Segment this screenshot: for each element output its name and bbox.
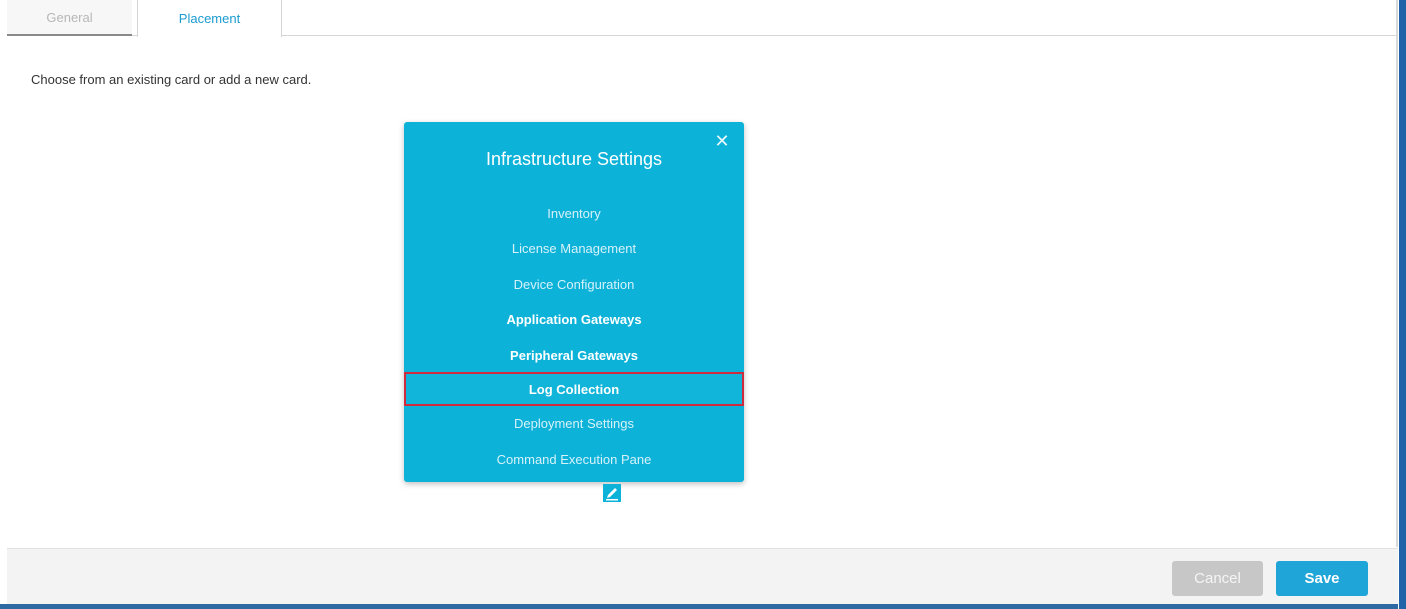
edit-icon[interactable] [603, 484, 621, 502]
card-title: Infrastructure Settings [485, 149, 663, 169]
window-bottom-edge [0, 604, 1398, 609]
instruction-text: Choose from an existing card or add a ne… [31, 72, 312, 87]
card-item-command-execution-pane[interactable]: Command Execution Pane [404, 448, 744, 472]
tab-placement[interactable]: Placement [137, 0, 282, 37]
card-item-application-gateways[interactable]: Application Gateways [404, 308, 744, 332]
infrastructure-settings-card[interactable]: ✕ Infrastructure Settings Inventory Lice… [404, 122, 744, 482]
card-item-peripheral-gateways[interactable]: Peripheral Gateways [404, 344, 744, 368]
close-icon[interactable]: ✕ [713, 132, 731, 150]
card-item-device-configuration[interactable]: Device Configuration [404, 273, 744, 297]
card-item-log-collection[interactable]: Log Collection [404, 372, 744, 406]
tab-general[interactable]: General [7, 0, 132, 36]
card-item-license-management[interactable]: License Management [404, 237, 744, 261]
save-button[interactable]: Save [1276, 561, 1368, 596]
tab-bar: General Placement [7, 0, 1398, 37]
card-item-inventory[interactable]: Inventory [404, 202, 744, 226]
window-edge [1399, 0, 1406, 609]
cancel-button[interactable]: Cancel [1172, 561, 1263, 596]
card-item-deployment-settings[interactable]: Deployment Settings [404, 412, 744, 436]
